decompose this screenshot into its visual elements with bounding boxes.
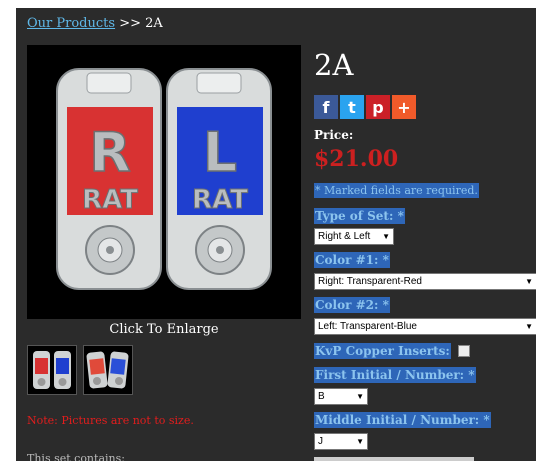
color-2-label: Color #2: * xyxy=(314,297,390,313)
click-to-enlarge[interactable]: Click To Enlarge xyxy=(27,322,301,337)
first-initial-select[interactable]: B ▼ xyxy=(314,388,368,405)
product-main-image[interactable]: R RAT L RAT xyxy=(27,45,301,319)
type-of-set-value: Right & Left xyxy=(318,231,371,242)
marker-letter-l: L xyxy=(203,121,237,184)
product-title: 2A xyxy=(314,48,354,82)
kvp-copper-inserts-label: KvP Copper Inserts: xyxy=(314,343,451,359)
facebook-icon[interactable]: f xyxy=(314,95,338,119)
chevron-down-icon: ▼ xyxy=(525,322,533,331)
pinterest-icon[interactable]: p xyxy=(366,95,390,119)
chevron-down-icon: ▼ xyxy=(382,232,390,241)
chevron-down-icon: ▼ xyxy=(356,392,364,401)
next-field-edge xyxy=(314,457,474,461)
color-1-label: Color #1: * xyxy=(314,252,390,268)
first-initial-label: First Initial / Number: * xyxy=(314,367,476,383)
type-of-set-select[interactable]: Right & Left ▼ xyxy=(314,228,394,245)
color-2-value: Left: Transparent-Blue xyxy=(318,321,417,332)
price-value: $21.00 xyxy=(314,146,399,172)
breadcrumb-current: 2A xyxy=(145,16,163,31)
middle-initial-label: Middle Initial / Number: * xyxy=(314,412,491,428)
share-buttons: f t p + xyxy=(314,95,416,119)
kvp-copper-inserts-checkbox[interactable] xyxy=(458,345,470,357)
chevron-down-icon: ▼ xyxy=(525,277,533,286)
middle-initial-value: J xyxy=(318,436,323,447)
price-label: Price: xyxy=(314,128,354,142)
chevron-down-icon: ▼ xyxy=(356,437,364,446)
color-1-select[interactable]: Right: Transparent-Red ▼ xyxy=(314,273,536,290)
marker-word-rat-left: RAT xyxy=(82,185,138,215)
type-of-set-label: Type of Set: * xyxy=(314,208,405,224)
marker-letter-r: R xyxy=(89,121,131,184)
set-contains-text: This set contains: xyxy=(27,452,125,461)
color-1-value: Right: Transparent-Red xyxy=(318,276,422,287)
size-note: Note: Pictures are not to size. xyxy=(27,414,194,427)
required-fields-note: * Marked fields are required. xyxy=(314,183,479,198)
first-initial-value: B xyxy=(318,391,325,402)
thumbnail-1[interactable] xyxy=(27,345,77,395)
breadcrumb-link-our-products[interactable]: Our Products xyxy=(27,16,115,31)
middle-initial-select[interactable]: J ▼ xyxy=(314,433,368,450)
rat-markers-image: R RAT L RAT xyxy=(27,45,301,319)
thumbnail-2[interactable] xyxy=(83,345,133,395)
addthis-icon[interactable]: + xyxy=(392,95,416,119)
marker-word-rat-right: RAT xyxy=(192,185,248,215)
breadcrumb: Our Products >> 2A xyxy=(27,16,163,31)
color-2-select[interactable]: Left: Transparent-Blue ▼ xyxy=(314,318,536,335)
twitter-icon[interactable]: t xyxy=(340,95,364,119)
breadcrumb-separator: >> xyxy=(119,16,141,31)
product-panel: Our Products >> 2A R RAT L RAT Click To … xyxy=(16,8,536,461)
